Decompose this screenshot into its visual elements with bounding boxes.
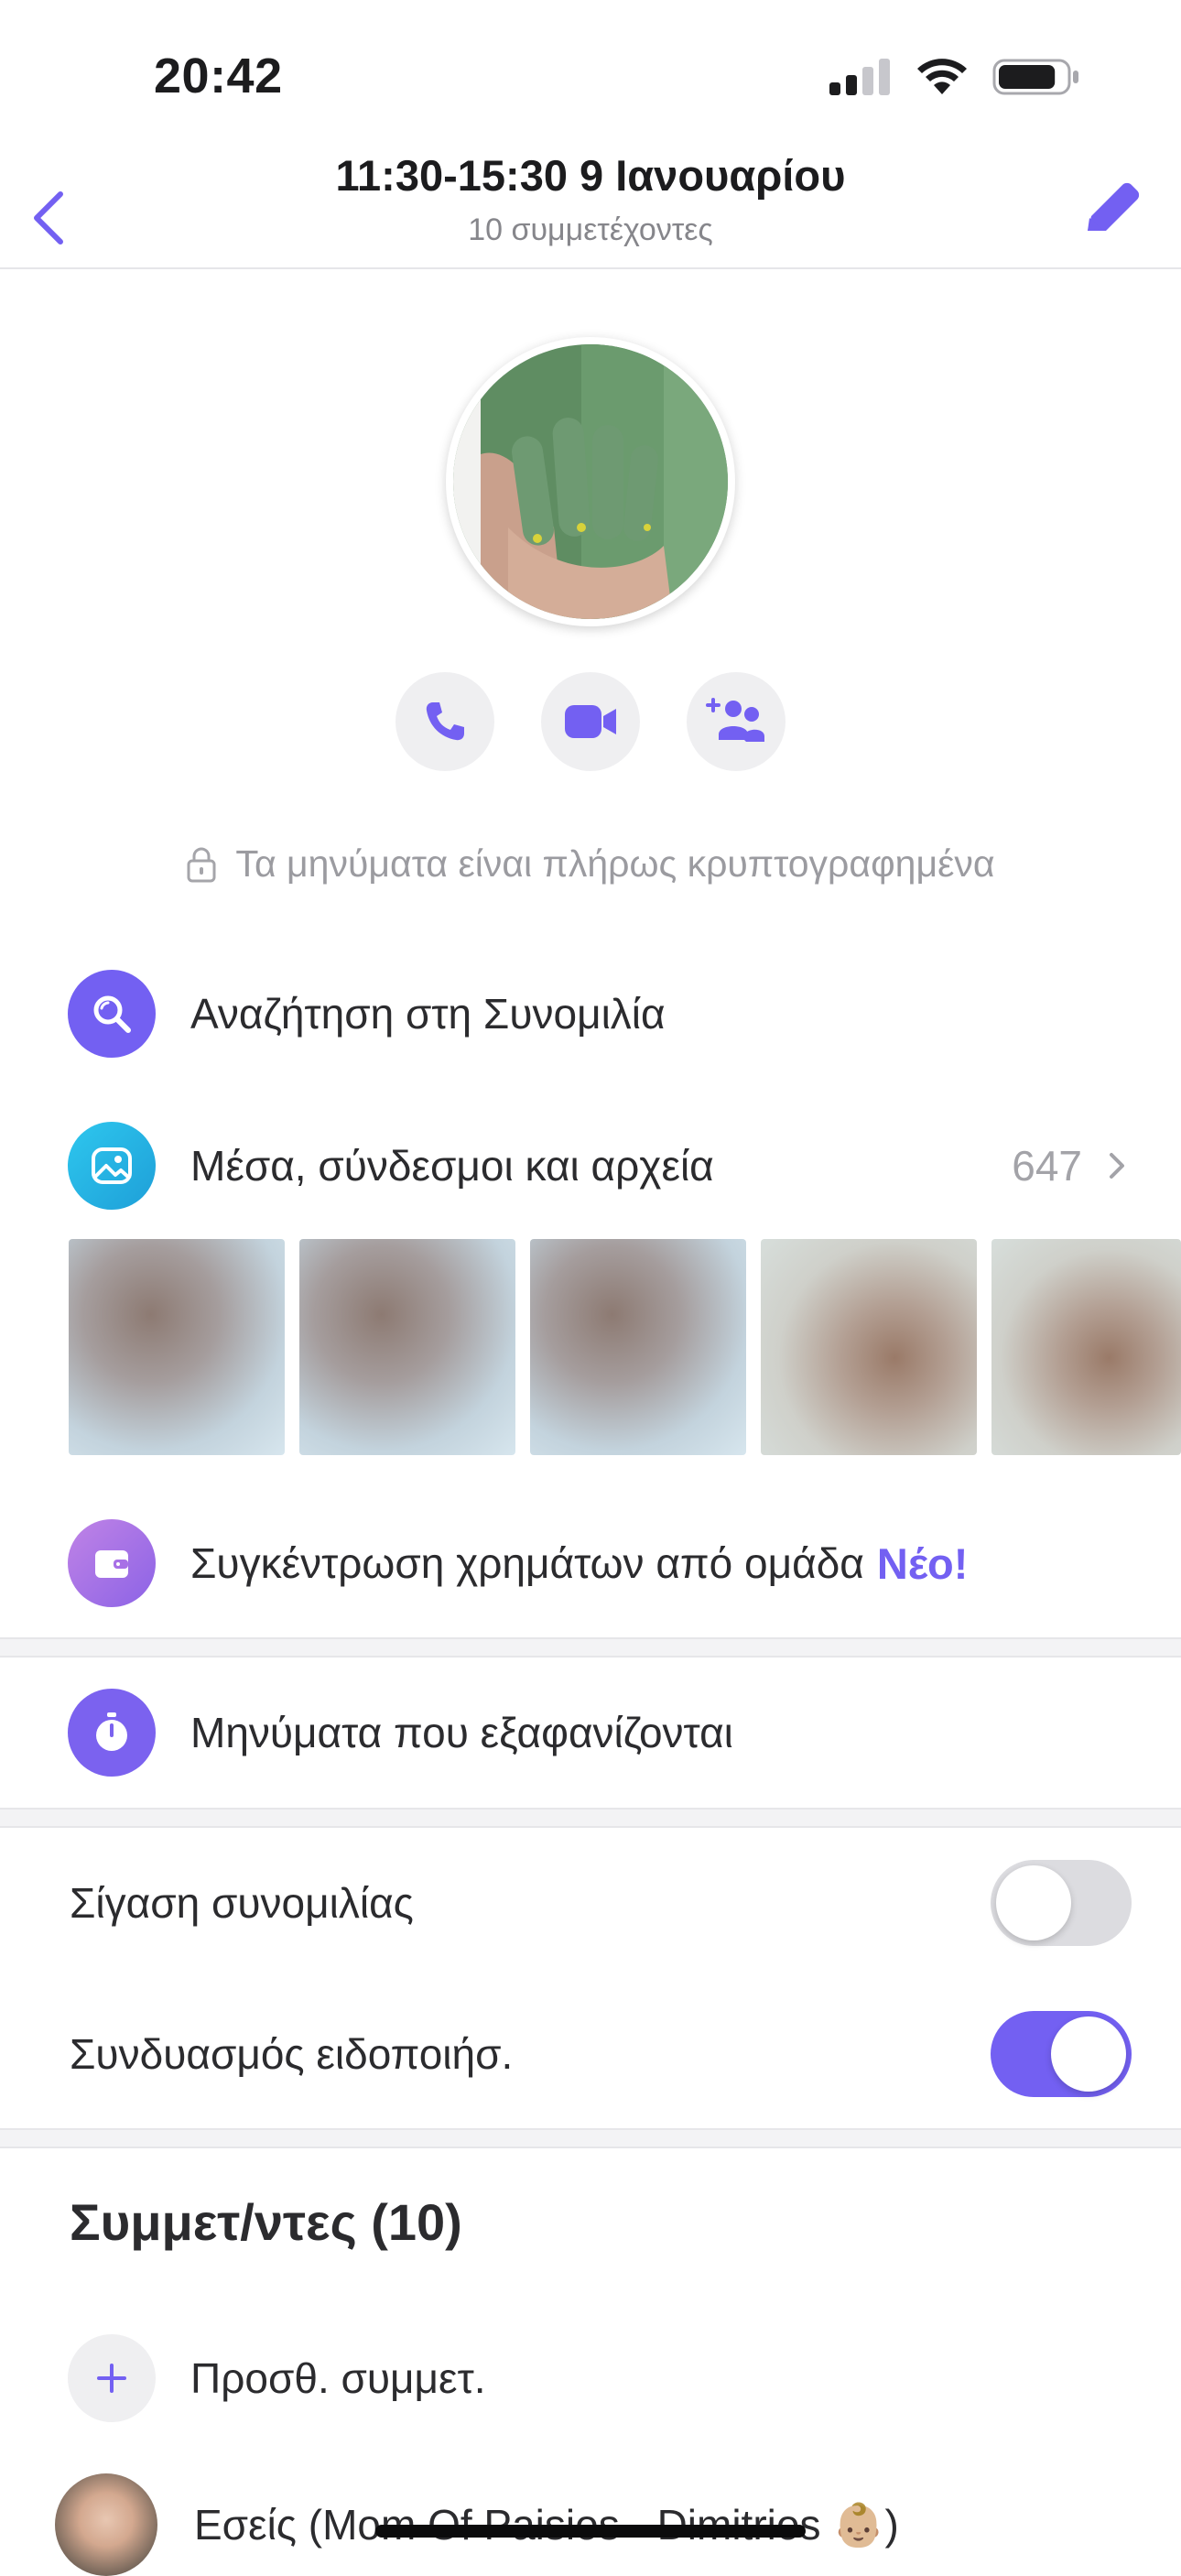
pencil-icon bbox=[1088, 182, 1140, 231]
media-links-files-row[interactable]: Μέσα, σύνδεσμοι και αρχεία 647 bbox=[0, 1115, 1181, 1216]
status-icons bbox=[828, 57, 1080, 97]
combine-notifications-row: Συνδυασμός ειδοποιήσ. bbox=[0, 2008, 1181, 2100]
toggle-knob bbox=[996, 1865, 1071, 1940]
media-thumbnail[interactable] bbox=[299, 1239, 515, 1455]
video-camera-icon bbox=[565, 705, 616, 738]
gallery-icon bbox=[68, 1122, 156, 1210]
media-thumbnail[interactable] bbox=[530, 1239, 746, 1455]
video-call-button[interactable] bbox=[541, 672, 640, 771]
group-avatar[interactable] bbox=[446, 337, 735, 626]
section-divider bbox=[0, 1637, 1181, 1658]
combine-notifications-label: Συνδυασμός ειδοποιήσ. bbox=[70, 2030, 514, 2078]
chevron-right-icon bbox=[1110, 1153, 1124, 1179]
group-money-pool-row[interactable]: Συγκέντρωση χρημάτων από ομάδα Νέο! bbox=[0, 1513, 1181, 1614]
participants-title: Συμμετ/ντες (10) bbox=[70, 2193, 462, 2251]
edit-button[interactable] bbox=[1077, 176, 1146, 245]
search-icon bbox=[68, 970, 156, 1058]
money-pool-label: Συγκέντρωση χρημάτων από ομάδα bbox=[190, 1539, 864, 1587]
section-divider bbox=[0, 2128, 1181, 2148]
add-participant-row[interactable]: Προσθ. συμμετ. bbox=[0, 2328, 1181, 2429]
mute-chat-row: Σίγαση συνομιλίας bbox=[0, 1857, 1181, 1949]
wifi-icon bbox=[917, 59, 967, 94]
participant-count: 10 συμμετέχοντες bbox=[468, 212, 713, 247]
toggle-knob bbox=[1051, 2016, 1126, 2092]
battery-icon bbox=[992, 59, 1078, 95]
new-badge: Νέο! bbox=[876, 1538, 969, 1588]
disappearing-messages-row[interactable]: Μηνύματα που εξαφανίζονται bbox=[0, 1682, 1181, 1783]
add-participant-label: Προσθ. συμμετ. bbox=[190, 2354, 486, 2402]
avatar bbox=[55, 2473, 157, 2576]
voice-call-button[interactable] bbox=[395, 672, 494, 771]
wallet-icon bbox=[68, 1519, 156, 1607]
timer-icon bbox=[68, 1689, 156, 1777]
media-thumbnail[interactable] bbox=[69, 1239, 285, 1455]
section-divider bbox=[0, 1808, 1181, 1828]
chat-title: 11:30-15:30 9 Ιανουαρίου bbox=[335, 151, 846, 200]
media-count: 647 bbox=[1012, 1142, 1082, 1190]
media-thumbnail[interactable] bbox=[991, 1239, 1181, 1455]
cellular-signal-icon bbox=[829, 59, 890, 95]
encryption-notice: Τα μηνύματα είναι πλήρως κρυπτογραφημένα bbox=[0, 842, 1181, 886]
plus-icon bbox=[68, 2334, 156, 2422]
mute-chat-label: Σίγαση συνομιλίας bbox=[70, 1879, 414, 1927]
group-avatar-image bbox=[453, 344, 728, 619]
lock-icon bbox=[187, 847, 216, 882]
navigation-header: 11:30-15:30 9 Ιανουαρίου 10 συμμετέχοντε… bbox=[0, 137, 1181, 269]
add-participant-button[interactable] bbox=[687, 672, 786, 771]
disappearing-messages-label: Μηνύματα που εξαφανίζονται bbox=[190, 1709, 733, 1756]
encryption-text: Τα μηνύματα είναι πλήρως κρυπτογραφημένα bbox=[235, 842, 995, 885]
media-links-files-label: Μέσα, σύνδεσμοι και αρχεία bbox=[190, 1142, 714, 1190]
phone-icon bbox=[426, 702, 464, 741]
search-in-chat-label: Αναζήτηση στη Συνομιλία bbox=[190, 990, 666, 1038]
add-people-icon bbox=[706, 698, 764, 742]
home-indicator bbox=[375, 2525, 806, 2538]
search-in-chat-row[interactable]: Αναζήτηση στη Συνομιλία bbox=[0, 963, 1181, 1064]
media-thumbnail[interactable] bbox=[761, 1239, 977, 1455]
mute-chat-toggle[interactable] bbox=[991, 1860, 1132, 1946]
status-time: 20:42 bbox=[154, 49, 283, 103]
combine-notifications-toggle[interactable] bbox=[991, 2011, 1132, 2097]
